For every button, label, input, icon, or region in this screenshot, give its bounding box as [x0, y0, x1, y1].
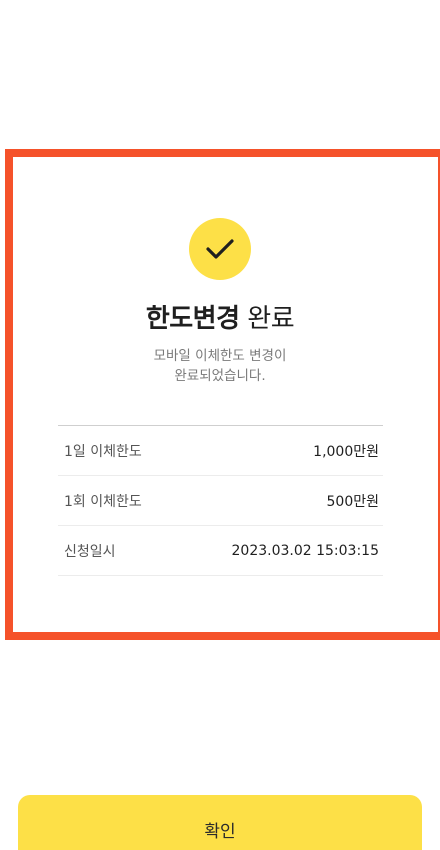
completion-message: 모바일 이체한도 변경이 완료되었습니다.	[0, 346, 440, 386]
detail-value: 1,000만원	[313, 443, 379, 460]
limit-change-complete-screen: 한도변경 완료 모바일 이체한도 변경이 완료되었습니다. 1일 이체한도 1,…	[0, 0, 440, 850]
detail-value: 500만원	[326, 493, 379, 510]
detail-label: 1회 이체한도	[64, 493, 142, 510]
message-line-2: 완료되었습니다.	[174, 368, 266, 384]
detail-row-request-datetime: 신청일시 2023.03.02 15:03:15	[58, 526, 383, 576]
check-icon	[206, 239, 234, 259]
details-table: 1일 이체한도 1,000만원 1회 이체한도 500만원 신청일시 2023.…	[58, 425, 383, 576]
title-bold-text: 한도변경	[145, 304, 240, 334]
detail-value: 2023.03.02 15:03:15	[231, 542, 380, 559]
detail-label: 신청일시	[64, 543, 116, 560]
confirm-button[interactable]: 확인	[18, 795, 422, 850]
detail-row-daily-limit: 1일 이체한도 1,000만원	[58, 426, 383, 476]
title-normal-text: 완료	[247, 304, 295, 334]
detail-row-per-transfer-limit: 1회 이체한도 500만원	[58, 476, 383, 526]
detail-label: 1일 이체한도	[64, 443, 142, 460]
page-title: 한도변경 완료	[0, 298, 440, 335]
message-line-1: 모바일 이체한도 변경이	[153, 348, 287, 364]
success-check-badge	[189, 218, 251, 280]
